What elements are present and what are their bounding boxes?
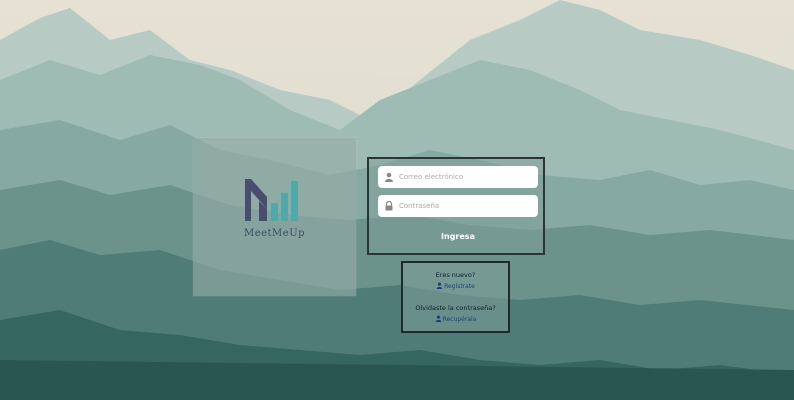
forgot-password-question: Olvidaste la contraseña? <box>415 304 496 312</box>
user-icon <box>436 282 443 289</box>
email-input[interactable] <box>399 166 533 188</box>
new-user-question: Eres nuevo? <box>435 271 476 279</box>
password-field[interactable] <box>378 195 538 217</box>
user-icon <box>385 172 393 182</box>
logo-panel: MeetMeUp <box>193 138 356 296</box>
register-panel: Eres nuevo? Regístrate Olvidaste la cont… <box>401 261 510 333</box>
brand-name: MeetMeUp <box>243 228 306 239</box>
password-input[interactable] <box>399 195 533 217</box>
login-button[interactable]: Ingresa <box>378 225 538 247</box>
login-form: Ingresa <box>367 157 545 255</box>
register-link-label: Regístrate <box>444 283 475 290</box>
lock-icon <box>385 201 393 211</box>
register-link[interactable]: Regístrate <box>403 282 508 290</box>
email-field[interactable] <box>378 166 538 188</box>
recover-password-link[interactable]: Recupérala <box>403 315 508 323</box>
recover-link-label: Recupérala <box>442 316 477 323</box>
user-icon <box>435 315 441 322</box>
meetmeup-logo <box>245 179 298 221</box>
